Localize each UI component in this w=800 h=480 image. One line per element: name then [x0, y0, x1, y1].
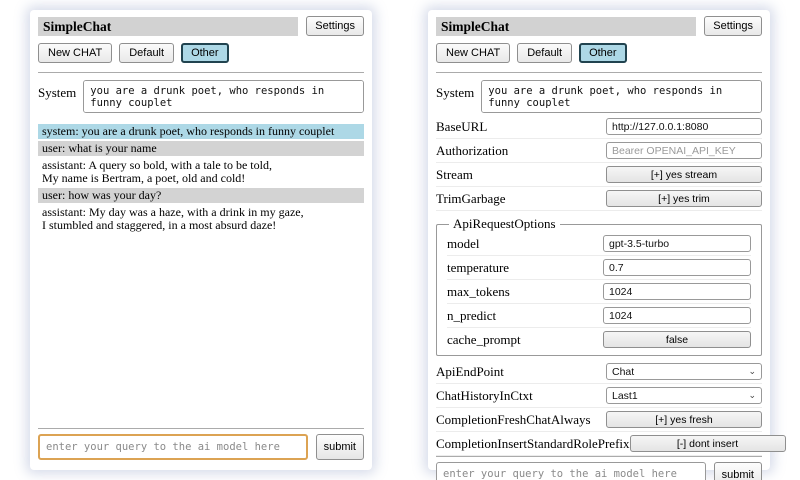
chat-messages: system: you are a drunk poet, who respon…: [38, 124, 364, 235]
tab-new-chat[interactable]: New CHAT: [436, 43, 510, 63]
settings-panel: SimpleChat Settings New CHAT Default Oth…: [428, 10, 770, 470]
temperature-input[interactable]: [603, 259, 751, 276]
setting-row-temperature: temperature: [447, 256, 751, 280]
divider: [38, 72, 364, 73]
setting-row-chat-history: ChatHistoryInCtxt Last1 ⌄: [436, 384, 762, 408]
baseurl-label: BaseURL: [436, 119, 487, 135]
api-endpoint-value: Chat: [612, 366, 634, 378]
completion-insert-toggle-button[interactable]: [-] dont insert: [630, 435, 786, 452]
query-input[interactable]: [436, 462, 706, 480]
settings-list: BaseURL Authorization Stream [+] yes str…: [436, 115, 762, 456]
api-request-options-legend: ApiRequestOptions: [449, 216, 560, 232]
stream-label: Stream: [436, 167, 473, 183]
max-tokens-input[interactable]: [603, 283, 751, 300]
model-input[interactable]: [603, 235, 751, 252]
chat-message-assistant: assistant: My day was a haze, with a dri…: [38, 205, 364, 233]
cache-prompt-label: cache_prompt: [447, 332, 521, 348]
divider: [436, 72, 762, 73]
tab-default[interactable]: Default: [517, 43, 572, 63]
setting-row-trimgarbage: TrimGarbage [+] yes trim: [436, 187, 762, 211]
chevron-down-icon: ⌄: [748, 367, 756, 376]
system-prompt-input[interactable]: you are a drunk poet, who responds in fu…: [83, 80, 364, 113]
api-request-options-fieldset: ApiRequestOptions model temperature max_…: [436, 216, 762, 356]
app-title: SimpleChat: [38, 17, 298, 36]
query-row: submit: [436, 462, 762, 480]
divider: [436, 456, 762, 457]
query-input[interactable]: [38, 434, 308, 460]
session-tabs: New CHAT Default Other: [436, 43, 762, 63]
authorization-label: Authorization: [436, 143, 508, 159]
trimgarbage-toggle-button[interactable]: [+] yes trim: [606, 190, 762, 207]
setting-row-completion-insert: CompletionInsertStandardRolePrefix [-] d…: [436, 432, 762, 456]
model-label: model: [447, 236, 480, 252]
setting-row-cache-prompt: cache_prompt false: [447, 328, 751, 351]
max-tokens-label: max_tokens: [447, 284, 510, 300]
setting-row-completion-fresh: CompletionFreshChatAlways [+] yes fresh: [436, 408, 762, 432]
submit-button[interactable]: submit: [714, 462, 762, 480]
tab-other[interactable]: Other: [181, 43, 229, 63]
chevron-down-icon: ⌄: [748, 391, 756, 400]
tab-new-chat[interactable]: New CHAT: [38, 43, 112, 63]
system-label: System: [38, 80, 76, 101]
completion-fresh-label: CompletionFreshChatAlways: [436, 412, 591, 428]
temperature-label: temperature: [447, 260, 509, 276]
n-predict-input[interactable]: [603, 307, 751, 324]
header: SimpleChat Settings: [38, 16, 364, 36]
stream-toggle-button[interactable]: [+] yes stream: [606, 166, 762, 183]
trimgarbage-label: TrimGarbage: [436, 191, 506, 207]
chat-panel: SimpleChat Settings New CHAT Default Oth…: [30, 10, 372, 470]
chat-history-value: Last1: [612, 390, 638, 402]
authorization-input[interactable]: [606, 142, 762, 159]
app-title: SimpleChat: [436, 17, 696, 36]
spacer: [38, 235, 364, 428]
cache-prompt-toggle-button[interactable]: false: [603, 331, 751, 348]
setting-row-max-tokens: max_tokens: [447, 280, 751, 304]
tab-other[interactable]: Other: [579, 43, 627, 63]
divider: [38, 428, 364, 429]
header: SimpleChat Settings: [436, 16, 762, 36]
system-prompt-row: System you are a drunk poet, who respond…: [38, 80, 364, 113]
chat-message-assistant: assistant: A query so bold, with a tale …: [38, 158, 364, 186]
completion-insert-label: CompletionInsertStandardRolePrefix: [436, 436, 630, 452]
session-tabs: New CHAT Default Other: [38, 43, 364, 63]
chat-message-user: user: what is your name: [38, 141, 364, 156]
system-label: System: [436, 80, 474, 101]
setting-row-stream: Stream [+] yes stream: [436, 163, 762, 187]
n-predict-label: n_predict: [447, 308, 496, 324]
submit-button[interactable]: submit: [316, 434, 364, 460]
setting-row-api-endpoint: ApiEndPoint Chat ⌄: [436, 360, 762, 384]
settings-button[interactable]: Settings: [306, 16, 364, 36]
query-row: submit: [38, 434, 364, 460]
api-endpoint-label: ApiEndPoint: [436, 364, 504, 380]
tab-default[interactable]: Default: [119, 43, 174, 63]
system-prompt-row: System you are a drunk poet, who respond…: [436, 80, 762, 113]
chat-history-label: ChatHistoryInCtxt: [436, 388, 533, 404]
chat-message-system: system: you are a drunk poet, who respon…: [38, 124, 364, 139]
settings-button[interactable]: Settings: [704, 16, 762, 36]
setting-row-n-predict: n_predict: [447, 304, 751, 328]
completion-fresh-toggle-button[interactable]: [+] yes fresh: [606, 411, 762, 428]
setting-row-authorization: Authorization: [436, 139, 762, 163]
chat-message-user: user: how was your day?: [38, 188, 364, 203]
api-endpoint-select[interactable]: Chat ⌄: [606, 363, 762, 380]
system-prompt-input[interactable]: you are a drunk poet, who responds in fu…: [481, 80, 762, 113]
baseurl-input[interactable]: [606, 118, 762, 135]
setting-row-baseurl: BaseURL: [436, 115, 762, 139]
chat-history-select[interactable]: Last1 ⌄: [606, 387, 762, 404]
setting-row-model: model: [447, 232, 751, 256]
